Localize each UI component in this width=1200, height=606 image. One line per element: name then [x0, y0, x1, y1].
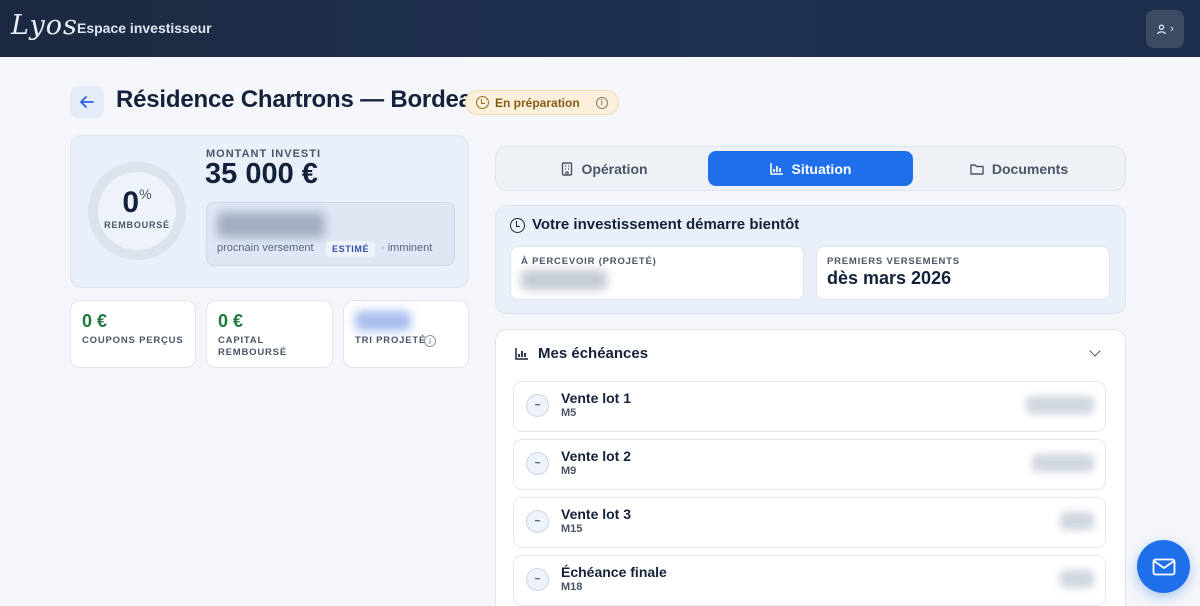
tab-situation[interactable]: Situation [708, 151, 913, 186]
top-bar: Lyos Espace investisseur › [0, 0, 1200, 57]
schedule-title[interactable]: Mes échéances [538, 345, 648, 362]
schedule-row[interactable] [513, 439, 1106, 490]
arrow-left-icon [80, 96, 94, 108]
user-icon [1157, 24, 1167, 34]
page-title: Résidence Chartrons — Bordeaux [116, 86, 500, 113]
schedule-row-title: Vente lot 3 [561, 506, 632, 522]
logo[interactable]: Lyos [11, 10, 78, 41]
schedule-row[interactable] [513, 497, 1106, 548]
chart-icon [769, 163, 783, 175]
info-icon[interactable]: i [595, 96, 608, 109]
schedule-row-title: Échéance finale [561, 564, 667, 580]
building-icon [562, 161, 573, 176]
chart-icon [515, 348, 528, 360]
tri-value-blurred [355, 311, 411, 331]
schedule-row-month: M18 [561, 581, 583, 593]
capital-value: 0 € [218, 311, 244, 331]
info-icon[interactable]: i [424, 335, 436, 347]
trend-icon: ~ [526, 452, 549, 475]
tab-situation-label: Situation [791, 160, 852, 177]
status-label: En préparation [495, 95, 580, 110]
schedule-amount-blurred [1032, 454, 1094, 472]
estimate-tag: ESTIMÉ [326, 241, 376, 257]
to-receive-label: À PERCEVOIR (PROJETÉ) [521, 256, 657, 267]
first-payments-value: dès mars 2026 [827, 268, 952, 288]
capital-label: CAPITAL REMBOURSÉ [218, 335, 287, 358]
folder-icon [970, 163, 984, 175]
to-receive-value-blurred [521, 270, 607, 290]
repaid-percent-value: 0 [122, 186, 140, 219]
coupons-label: COUPONS PERÇUS [82, 335, 184, 346]
schedule-row-month: M9 [561, 465, 577, 477]
next-payment-amount-blurred [217, 212, 325, 238]
coupons-value: 0 € [82, 311, 108, 331]
schedule-row[interactable] [513, 381, 1106, 432]
next-payment-status: · imminent [381, 242, 433, 254]
investment-start-title: Votre investissement démarre bientôt [532, 216, 800, 233]
schedule-amount-blurred [1060, 512, 1094, 530]
tri-label: TRI PROJETÉ [355, 335, 427, 346]
amount-invested-value: 35 000 € [205, 158, 318, 190]
app-title: Espace investisseur [77, 20, 212, 36]
user-menu-button[interactable]: › [1146, 10, 1184, 48]
schedule-row-title: Vente lot 2 [561, 448, 632, 464]
trend-icon: ~ [526, 394, 549, 417]
schedule-amount-blurred [1060, 570, 1094, 588]
tab-documents[interactable]: Documents [917, 151, 1121, 186]
contact-button[interactable] [1137, 540, 1190, 593]
schedule-amount-blurred [1026, 396, 1094, 414]
tab-operation-label: Opération [581, 160, 648, 177]
repaid-percent: 0% [88, 186, 186, 220]
schedule-row-month: M5 [561, 407, 577, 419]
schedule-row-title: Vente lot 1 [561, 390, 632, 406]
chevron-right-icon: › [1170, 23, 1174, 35]
trend-icon: ~ [526, 510, 549, 533]
percent-sign: % [139, 186, 152, 202]
schedule-row[interactable] [513, 555, 1106, 606]
mail-icon [1152, 558, 1175, 575]
clock-icon [476, 96, 489, 109]
next-payment-label: procnain versement [217, 242, 314, 254]
clock-icon [510, 218, 525, 233]
schedule-row-month: M15 [561, 523, 583, 535]
trend-icon: ~ [526, 568, 549, 591]
repaid-label: REMBOURSÉ [104, 220, 170, 230]
tab-documents-label: Documents [991, 160, 1069, 177]
first-payments-label: PREMIERS VERSEMENTS [827, 256, 960, 267]
back-button[interactable] [70, 86, 104, 118]
status-badge: En préparation i [465, 90, 619, 115]
tab-operation[interactable]: Opération [503, 151, 706, 186]
